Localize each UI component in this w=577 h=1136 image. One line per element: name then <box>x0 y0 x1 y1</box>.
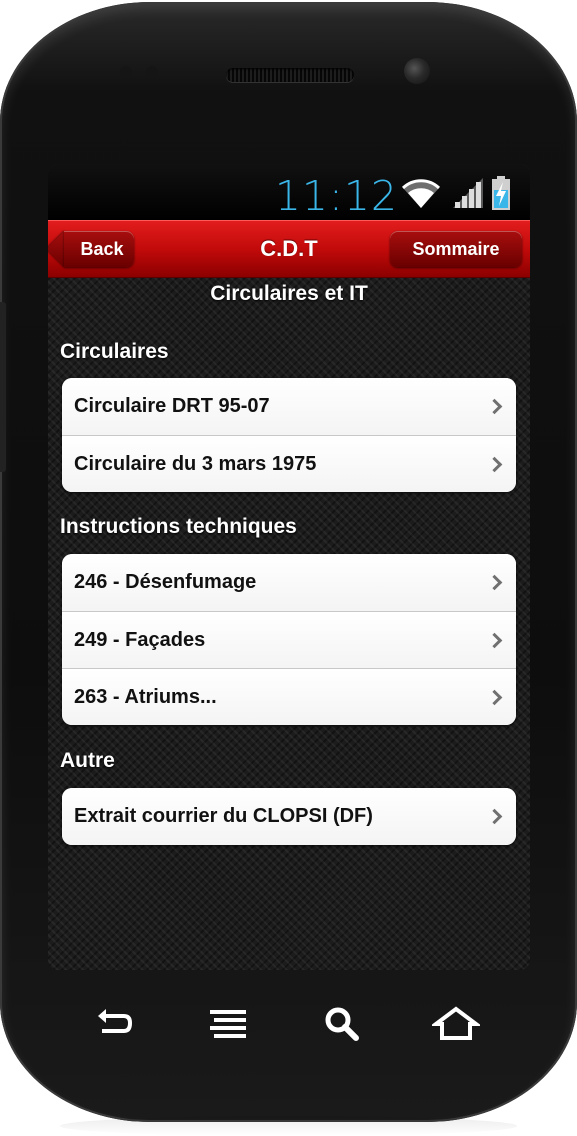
list-item[interactable]: Circulaire DRT 95-07 <box>62 378 516 435</box>
list-circulaires: Circulaire DRT 95-07 Circulaire du 3 mar… <box>62 378 516 492</box>
section-label-autre: Autre <box>60 749 115 772</box>
battery-charging-icon <box>492 176 510 210</box>
list-item-label: 246 - Désenfumage <box>74 571 257 593</box>
back-button[interactable]: Back <box>64 231 134 267</box>
proximity-sensor <box>120 66 132 78</box>
search-icon[interactable] <box>322 1004 362 1044</box>
sommaire-button[interactable]: Sommaire <box>390 231 522 267</box>
list-item[interactable]: Circulaire du 3 mars 1975 <box>62 435 516 492</box>
front-camera-icon <box>404 58 430 84</box>
wifi-icon <box>401 179 441 208</box>
light-sensor <box>146 66 158 78</box>
chevron-right-icon <box>486 808 503 825</box>
back-arrow-icon[interactable] <box>94 1004 134 1044</box>
app-header: Back C.D.T Sommaire <box>48 220 530 278</box>
screen: 11:12 Back C.D.T Sommaire Circulaires et… <box>48 164 530 970</box>
page-title: Circulaires et IT <box>210 282 368 305</box>
status-clock: 11:12 <box>274 172 398 220</box>
list-item-label: Circulaire du 3 mars 1975 <box>74 453 317 475</box>
list-item-label: 263 - Atriums... <box>74 686 217 708</box>
chevron-right-icon <box>486 398 503 415</box>
chevron-right-icon <box>486 456 503 473</box>
chevron-right-icon <box>486 689 503 706</box>
list-item[interactable]: 263 - Atriums... <box>62 668 516 725</box>
list-item[interactable]: Extrait courrier du CLOPSI (DF) <box>62 788 516 845</box>
menu-icon[interactable] <box>208 1004 248 1044</box>
list-item[interactable]: 249 - Façades <box>62 611 516 668</box>
volume-button <box>0 302 6 472</box>
earpiece-speaker <box>226 68 354 82</box>
home-icon[interactable] <box>432 1004 480 1044</box>
list-instructions: 246 - Désenfumage 249 - Façades 263 - At… <box>62 554 516 725</box>
chevron-right-icon <box>486 574 503 591</box>
list-item-label: Circulaire DRT 95-07 <box>74 395 270 417</box>
reflection <box>60 1116 517 1136</box>
signal-icon <box>453 178 483 208</box>
section-label-instructions: Instructions techniques <box>60 515 297 538</box>
section-label-circulaires: Circulaires <box>60 340 169 363</box>
back-button-wrapper: Back <box>48 221 148 277</box>
status-bar: 11:12 <box>48 164 530 220</box>
list-item-label: Extrait courrier du CLOPSI (DF) <box>74 805 373 827</box>
list-autre: Extrait courrier du CLOPSI (DF) <box>62 788 516 845</box>
list-item-label: 249 - Façades <box>74 629 206 651</box>
list-item[interactable]: 246 - Désenfumage <box>62 554 516 611</box>
chevron-right-icon <box>486 632 503 649</box>
navigation-bar <box>0 1000 577 1050</box>
